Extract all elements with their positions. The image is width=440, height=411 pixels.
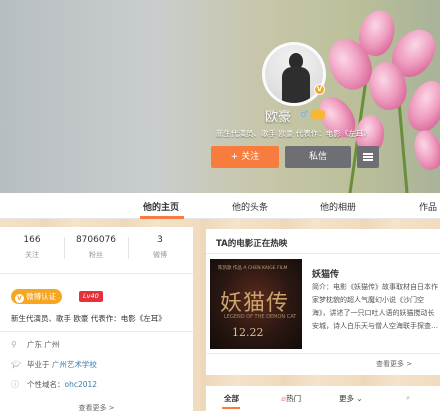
divider bbox=[206, 253, 440, 254]
domain-prefix: 个性域名： bbox=[27, 380, 65, 389]
movie-poster[interactable]: 陈凯歌 作品 A CHEN KAIGE FILM 妖猫传 LEGEND OF T… bbox=[210, 259, 302, 349]
stat-fans[interactable]: 8706076 粉丝 bbox=[64, 235, 128, 260]
divider bbox=[0, 273, 193, 274]
stat-value: 8706076 bbox=[75, 235, 117, 245]
menu-icon bbox=[363, 153, 373, 155]
profile-name: 欧豪 bbox=[265, 110, 292, 125]
location-row: ⚲ 广东 广州 bbox=[11, 339, 59, 350]
movie-card: TA的电影正在热映 陈凯歌 作品 A CHEN KAIGE FILM 妖猫传 L… bbox=[206, 229, 440, 375]
menu-button[interactable] bbox=[357, 146, 379, 168]
stat-posts[interactable]: 3 微博 bbox=[128, 235, 192, 260]
chevron-down-icon: ⌄ bbox=[356, 394, 363, 403]
location-pin-icon: ⚲ bbox=[11, 340, 17, 349]
stat-value: 3 bbox=[157, 235, 163, 245]
stat-value: 166 bbox=[23, 235, 41, 245]
divider bbox=[206, 353, 440, 354]
tab-works[interactable]: 作品 bbox=[419, 200, 437, 213]
vip-icon bbox=[311, 110, 325, 119]
movie-name[interactable]: 妖猫传 bbox=[312, 267, 339, 280]
flower-petal bbox=[410, 127, 440, 173]
message-button[interactable]: 私信 bbox=[285, 146, 351, 168]
active-filter-indicator bbox=[222, 407, 240, 409]
verified-badge-icon: V bbox=[314, 84, 325, 95]
tab-home[interactable]: 他的主页 bbox=[143, 200, 179, 213]
school-prefix: 毕业于 bbox=[27, 360, 50, 369]
stat-label: 粉丝 bbox=[89, 251, 103, 259]
domain-row: ⓘ 个性域名：ohc2012 bbox=[11, 379, 97, 390]
level-badge[interactable]: Lv40 bbox=[79, 291, 103, 302]
tab-headlines[interactable]: 他的头条 bbox=[232, 200, 268, 213]
follow-button[interactable]: + 关注 bbox=[211, 146, 279, 168]
graduation-cap-icon: 🎓︎ bbox=[11, 360, 22, 369]
profile-tabs: 他的主页 他的头条 他的相册 作品 bbox=[0, 193, 440, 219]
filter-all[interactable]: 全部 bbox=[224, 393, 239, 404]
school-row: 🎓︎ 毕业于 广州艺术学校 bbox=[11, 359, 97, 370]
filter-more[interactable]: 更多 ⌄ bbox=[339, 393, 363, 404]
filter-more-label: 更多 bbox=[339, 394, 354, 403]
stat-following[interactable]: 166 关注 bbox=[0, 235, 64, 260]
tab-album[interactable]: 他的相册 bbox=[320, 200, 356, 213]
profile-description: 新生代演员、歌手 欧豪 代表作：电影《左耳》 bbox=[11, 314, 166, 323]
search-icon[interactable]: ⌕ bbox=[406, 393, 410, 403]
poster-credit: 陈凯歌 作品 A CHEN KAIGE FILM bbox=[218, 266, 288, 271]
poster-date: 12.22 bbox=[232, 326, 264, 339]
see-more-link[interactable]: 查看更多 > bbox=[0, 403, 193, 411]
filter-hot[interactable]: 🔥︎热门 bbox=[281, 393, 301, 404]
filter-hot-label: 热门 bbox=[286, 394, 302, 403]
card-title: TA的电影正在热映 bbox=[216, 239, 288, 249]
flower-petal bbox=[402, 75, 440, 137]
location-text: 广东 广州 bbox=[27, 340, 60, 349]
domain-link[interactable]: ohc2012 bbox=[65, 380, 98, 389]
stat-label: 关注 bbox=[25, 251, 39, 259]
school-link[interactable]: 广州艺术学校 bbox=[52, 360, 97, 369]
divider bbox=[0, 331, 193, 332]
profile-cover: V 欧豪 ♂ 新生代演员、歌手 欧豪 代表作：电影《左耳》 + 关注 私信 bbox=[0, 0, 440, 193]
stat-label: 微博 bbox=[153, 251, 167, 259]
profile-bio: 新生代演员、歌手 欧豪 代表作：电影《左耳》 bbox=[216, 129, 371, 138]
weibo-verify-badge[interactable]: V 微博认证 bbox=[11, 289, 62, 304]
poster-title: 妖猫传 bbox=[220, 291, 290, 316]
info-icon: ⓘ bbox=[11, 380, 19, 389]
verified-icon: V bbox=[15, 294, 24, 303]
avatar[interactable] bbox=[262, 42, 326, 106]
see-more-link[interactable]: 查看更多 > bbox=[376, 359, 412, 369]
movie-description: 简介：电影《妖猫传》故事取材自日本作家梦枕貌的超人气魔幻小说《沙门空海》，讲述了… bbox=[312, 283, 438, 330]
verify-label: 微博认证 bbox=[26, 292, 56, 301]
profile-info-panel: 166 关注 8706076 粉丝 3 微博 V 微博认证 Lv40 新生代演员、… bbox=[0, 227, 193, 411]
male-icon: ♂ bbox=[300, 110, 309, 120]
feed-filter-bar: 全部 🔥︎热门 更多 ⌄ ⌕ bbox=[206, 386, 440, 411]
poster-subtitle: LEGEND OF THE DEMON CAT bbox=[224, 314, 297, 320]
